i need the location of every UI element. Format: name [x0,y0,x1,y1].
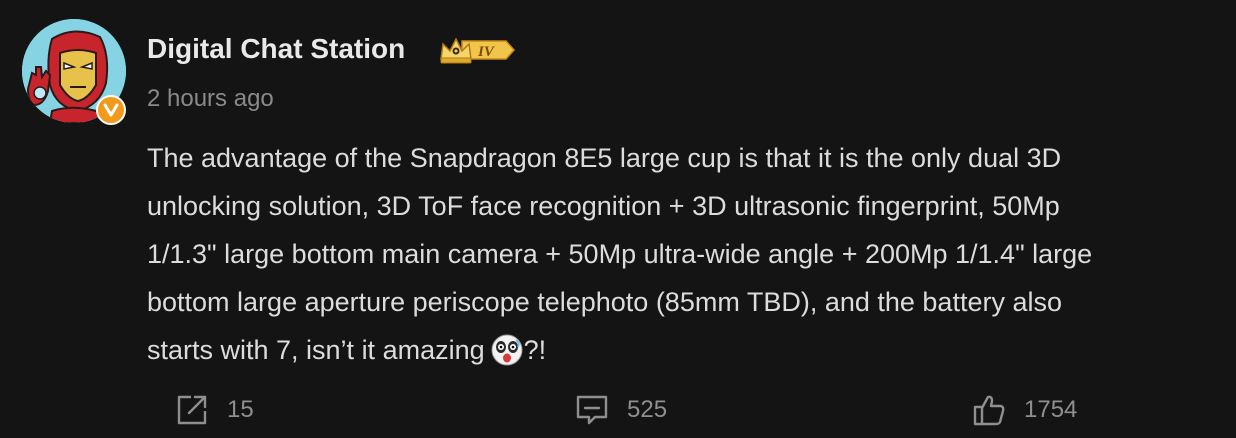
verified-badge [96,95,126,125]
user-level-badge[interactable]: IV [438,35,516,70]
comment-count: 525 [627,396,668,423]
post-content-line: bottom large aperture periscope telephot… [147,287,1062,317]
like-button[interactable]: 1754 [972,392,1077,428]
post-content: The advantage of the Snapdragon 8E5 larg… [147,134,1227,374]
post-content-line: 1/1.3" large bottom main camera + 50Mp u… [147,239,1093,269]
crown-level-icon: IV [440,37,516,64]
shocked-panda-emoji-icon [491,334,523,366]
repost-button[interactable]: 15 [175,392,254,428]
share-icon [175,393,209,427]
verified-v-icon [103,103,119,117]
post-card: Digital Chat Station IV 2 hours ago The … [0,0,1236,438]
post-content-line-end: ?! [523,335,547,365]
comment-button[interactable]: 525 [575,392,667,428]
like-count: 1754 [1024,396,1078,423]
repost-count: 15 [227,396,254,423]
post-content-line: starts with 7, isn’t it amazing [147,335,485,365]
post-content-line: unlocking solution, 3D ToF face recognit… [147,191,1060,221]
author-name[interactable]: Digital Chat Station [147,30,405,68]
comment-icon [575,393,609,427]
post-content-line: The advantage of the Snapdragon 8E5 larg… [147,143,1062,173]
post-timestamp: 2 hours ago [147,85,274,112]
level-badge-text: IV [477,44,496,60]
thumbs-up-icon [972,393,1006,427]
post-content-last-line: starts with 7, isn’t it amazing?! [147,326,1227,374]
